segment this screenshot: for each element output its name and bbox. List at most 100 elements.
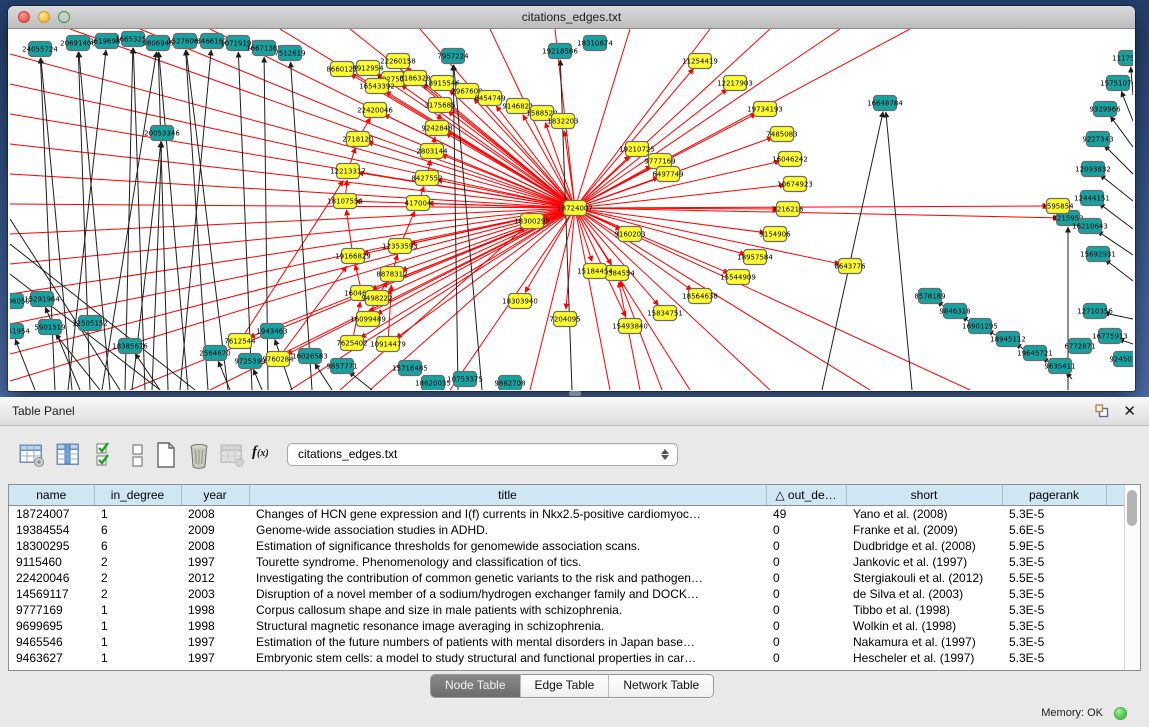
network-node-yellow[interactable]: 417004: [405, 196, 432, 211]
network-node-yellow[interactable]: 22260158: [380, 54, 416, 69]
column-header[interactable]: year: [181, 485, 249, 506]
network-node-teal[interactable]: 7957224: [437, 49, 469, 64]
network-node-yellow[interactable]: 18957584: [737, 250, 773, 265]
table-row[interactable]: 1872400712008Changes of HCN gene express…: [9, 506, 1125, 523]
network-node-yellow[interactable]: 12213317: [330, 164, 366, 179]
network-node-teal[interactable]: 16775913: [1092, 329, 1128, 344]
network-node-teal[interactable]: 11175054: [1112, 51, 1133, 66]
network-node-yellow[interactable]: 1832203: [547, 114, 578, 129]
tab-node-table[interactable]: Node Table: [431, 675, 521, 697]
network-node-yellow[interactable]: 3216216: [772, 202, 804, 217]
minimize-window-icon[interactable]: [38, 11, 50, 23]
deselect-all-rows-icon[interactable]: [124, 440, 152, 470]
network-node-teal[interactable]: 18945112: [990, 332, 1026, 347]
network-node-yellow[interactable]: 7612544: [224, 334, 256, 349]
network-node-teal[interactable]: 1943463: [256, 324, 287, 339]
network-node-teal[interactable]: 9329966: [1089, 102, 1121, 117]
network-node-yellow[interactable]: 9154906: [759, 227, 791, 242]
column-header[interactable]: in_degree: [94, 485, 181, 506]
column-header[interactable]: name: [9, 485, 94, 506]
float-panel-icon[interactable]: [1095, 404, 1109, 418]
network-node-teal[interactable]: 12444151: [1074, 191, 1110, 206]
network-node-yellow[interactable]: 1595854: [1042, 199, 1074, 214]
network-node-yellow[interactable]: 8427552: [411, 171, 442, 186]
table-settings-icon[interactable]: [18, 440, 46, 470]
network-node-yellow[interactable]: 15493840: [612, 319, 648, 334]
network-node-yellow[interactable]: 16046242: [772, 152, 808, 167]
network-node-teal[interactable]: 15692931: [1080, 247, 1116, 262]
network-node-teal[interactable]: 7512619: [274, 46, 305, 61]
network-node-teal[interactable]: 9635411: [1044, 359, 1075, 374]
network-node-yellow[interactable]: 8878312: [376, 267, 407, 282]
network-node-teal[interactable]: 18620035: [415, 376, 451, 391]
network-node-yellow[interactable]: 15834751: [647, 306, 683, 321]
network-node-yellow[interactable]: 2803144: [416, 144, 448, 159]
table-row[interactable]: 946554611997Estimation of the future num…: [9, 634, 1125, 650]
delete-column-icon[interactable]: [185, 440, 213, 470]
network-node-teal[interactable]: 12093832: [1075, 162, 1111, 177]
network-canvas[interactable]: 1872400724055724206914062619698316653257…: [10, 29, 1133, 390]
network-node-yellow[interactable]: 19734193: [747, 102, 783, 117]
network-node-yellow[interactable]: 10674923: [777, 177, 813, 192]
network-node-yellow[interactable]: 10914479: [370, 337, 406, 352]
network-node-teal[interactable]: 9857771: [326, 359, 357, 374]
network-node-yellow[interactable]: 9242848: [421, 121, 452, 136]
network-node-teal[interactable]: 2564670: [199, 346, 230, 361]
table-row[interactable]: 2242004622012Investigating the contribut…: [9, 570, 1125, 586]
network-node-yellow[interactable]: 6497749: [652, 167, 683, 182]
table-scrollbar[interactable]: [1124, 485, 1140, 670]
network-node-teal[interactable]: 24055724: [22, 42, 58, 57]
panel-resize-handle[interactable]: [569, 391, 581, 396]
network-node-teal[interactable]: 12505152: [72, 316, 108, 331]
table-row[interactable]: 1938455462009Genome-wide association stu…: [9, 522, 1125, 538]
network-node-yellow[interactable]: 11254419: [682, 54, 718, 69]
column-header[interactable]: short: [846, 485, 1002, 506]
network-node-yellow[interactable]: 9498222: [361, 291, 392, 306]
select-all-rows-icon[interactable]: [92, 440, 120, 470]
network-node-yellow[interactable]: 18564638: [682, 289, 718, 304]
column-header[interactable]: pagerank: [1002, 485, 1106, 506]
network-node-teal[interactable]: 9882708: [494, 376, 525, 391]
table-row[interactable]: 977716911998Corpus callosum shape and si…: [9, 602, 1125, 618]
window-titlebar[interactable]: citations_edges.txt: [8, 6, 1135, 29]
network-node-teal[interactable]: 9725399: [234, 354, 265, 369]
zoom-window-icon[interactable]: [58, 11, 70, 23]
column-header[interactable]: △ out_de…: [766, 485, 846, 506]
tab-edge-table[interactable]: Edge Table: [521, 675, 610, 697]
memory-status-icon[interactable]: [1114, 707, 1127, 720]
table-row[interactable]: 1456911722003Disruption of a novel membe…: [9, 586, 1125, 602]
network-node-teal[interactable]: 16026583: [292, 349, 328, 364]
network-node-yellow[interactable]: 2718120: [342, 132, 373, 147]
network-node-yellow[interactable]: 8643776: [834, 259, 866, 274]
network-node-yellow[interactable]: 7625402: [336, 336, 367, 351]
network-node-teal[interactable]: 9245012: [1109, 352, 1133, 367]
network-node-yellow[interactable]: 12353593: [382, 239, 418, 254]
network-node-yellow[interactable]: 22420046: [357, 103, 393, 118]
network-node-teal[interactable]: 9227343: [1082, 132, 1113, 147]
table-scrollbar-thumb[interactable]: [1127, 490, 1137, 526]
network-node-teal[interactable]: 12710356: [1077, 304, 1113, 319]
network-node-teal[interactable]: 6772871: [1064, 339, 1095, 354]
node-table-grid[interactable]: namein_degreeyeartitle△ out_de…shortpage…: [9, 485, 1126, 666]
network-node-yellow[interactable]: 7485083: [766, 127, 797, 142]
table-row[interactable]: 946362711997Embryonic stem cells: a mode…: [9, 650, 1125, 666]
network-node-teal[interactable]: 20053346: [144, 126, 180, 141]
network-node-teal[interactable]: 8578189: [914, 289, 945, 304]
network-node-yellow[interactable]: 3175685: [424, 98, 455, 113]
close-window-icon[interactable]: [18, 11, 30, 23]
network-node-teal[interactable]: 19351954: [10, 324, 30, 339]
network-node-teal[interactable]: 16648784: [867, 96, 903, 111]
table-row[interactable]: 1830029562008Estimation of significance …: [9, 538, 1125, 554]
network-node-teal[interactable]: 9846318: [939, 304, 970, 319]
network-node-yellow[interactable]: 12217903: [717, 76, 753, 91]
network-node-yellow[interactable]: 9160203: [614, 227, 645, 242]
table-row[interactable]: 969969511998Structural magnetic resonanc…: [9, 618, 1125, 634]
column-header[interactable]: title: [249, 485, 766, 506]
network-node-teal[interactable]: 19218586: [542, 44, 578, 59]
network-node-teal[interactable]: 5901519: [34, 320, 65, 335]
network-node-teal[interactable]: 10753375: [447, 372, 483, 387]
network-node-yellow[interactable]: 7204095: [549, 312, 580, 327]
network-node-teal[interactable]: 15751074: [1100, 76, 1133, 91]
network-node-yellow[interactable]: 8454749: [474, 91, 505, 106]
function-builder-icon[interactable]: f(x): [252, 444, 269, 461]
